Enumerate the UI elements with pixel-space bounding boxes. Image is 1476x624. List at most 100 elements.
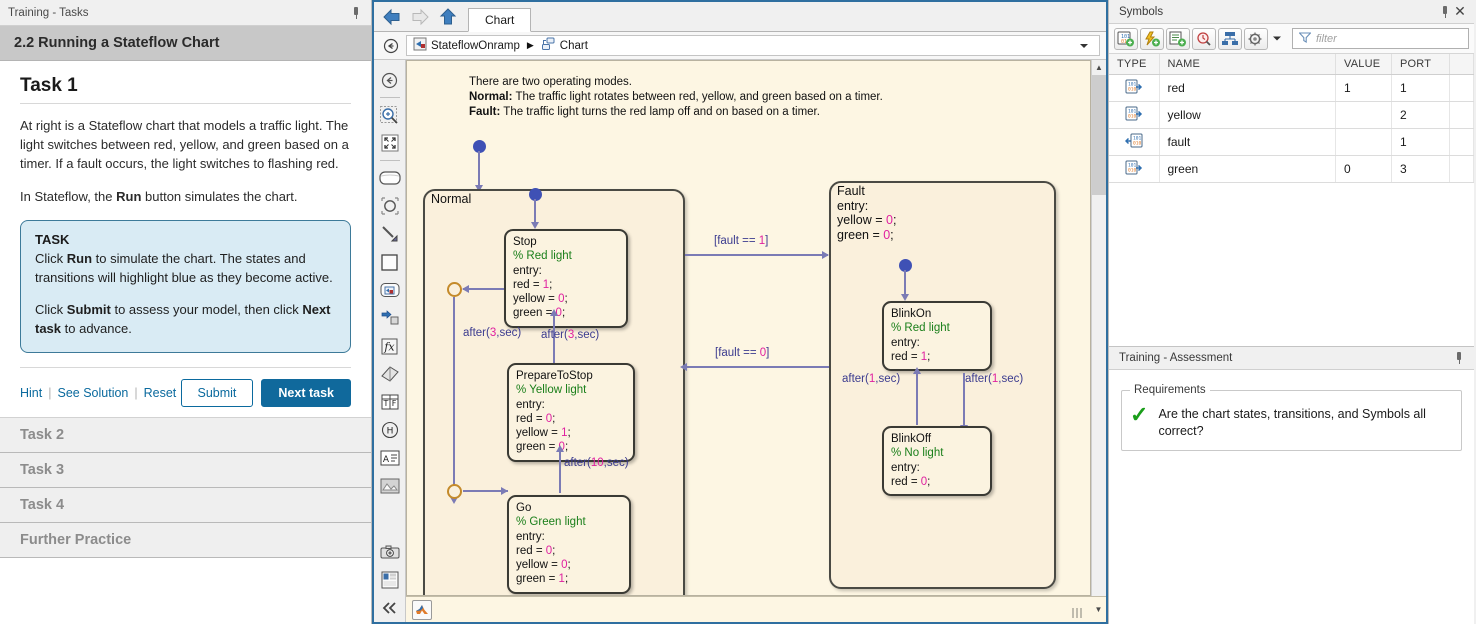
transition-icon[interactable] <box>377 220 403 248</box>
table-row[interactable]: 101010 red 1 1 <box>1109 75 1474 102</box>
hint-link[interactable]: Hint <box>20 386 42 400</box>
symbol-port[interactable]: 3 <box>1392 156 1450 183</box>
truth-table-icon[interactable]: TF <box>377 388 403 416</box>
symbol-value[interactable] <box>1336 129 1392 156</box>
state-go-action-2: yellow = 0; <box>516 558 622 572</box>
add-message-icon[interactable] <box>1166 28 1190 50</box>
symbol-value[interactable] <box>1336 102 1392 129</box>
function-icon[interactable]: fx <box>377 332 403 360</box>
tab-chart[interactable]: Chart <box>468 8 531 32</box>
application-window: Training - Tasks 2.2 Running a Stateflow… <box>0 0 1476 624</box>
task-list-item-3[interactable]: Task 3 <box>0 453 371 488</box>
table-row[interactable]: 101010 yellow 2 <box>1109 102 1474 129</box>
resolve-symbols-icon[interactable] <box>1192 28 1216 50</box>
back-arrow-icon[interactable] <box>378 3 406 31</box>
annotation-icon[interactable]: A <box>377 444 403 472</box>
table-row[interactable]: 101010 fault 1 <box>1109 129 1474 156</box>
symbol-name[interactable]: yellow <box>1159 102 1336 129</box>
symbol-port[interactable]: 1 <box>1392 75 1450 102</box>
symbol-value[interactable]: 1 <box>1336 75 1392 102</box>
collapse-icon[interactable] <box>377 594 403 622</box>
state-preparetostop-entry: entry: <box>516 398 626 412</box>
lesson-section-header: 2.2 Running a Stateflow Chart <box>0 26 371 61</box>
symbol-port[interactable]: 1 <box>1392 129 1450 156</box>
simulink-function-icon[interactable] <box>377 304 403 332</box>
scroll-up-arrow-icon[interactable]: ▲ <box>1092 60 1106 75</box>
table-row[interactable]: 101010 green 0 3 <box>1109 156 1474 183</box>
symbol-port[interactable]: 2 <box>1392 102 1450 129</box>
fit-to-view-icon[interactable] <box>377 129 403 157</box>
scrollbar-track[interactable] <box>1092 195 1106 596</box>
symbol-name[interactable]: fault <box>1159 129 1336 156</box>
task-box-paragraph-1: Click Run to simulate the chart. The sta… <box>35 249 336 287</box>
scroll-down-arrow-icon[interactable]: ▼ <box>1091 605 1106 614</box>
add-data-icon[interactable]: 101010 <box>1114 28 1138 50</box>
breadcrumb-model-label[interactable]: StateflowOnramp <box>431 40 520 52</box>
task-list-item-2[interactable]: Task 2 <box>0 418 371 453</box>
chevron-down-icon[interactable] <box>1075 42 1093 50</box>
pin-icon[interactable] <box>349 6 363 20</box>
scrollbar-thumb[interactable] <box>1092 75 1106 195</box>
report-icon[interactable] <box>377 566 403 594</box>
camera-icon[interactable] <box>377 538 403 566</box>
column-name[interactable]: NAME <box>1159 54 1336 75</box>
submit-button[interactable]: Submit <box>181 379 254 407</box>
column-type[interactable]: TYPE <box>1109 54 1159 75</box>
stateflow-canvas[interactable]: There are two operating modes. Normal: T… <box>406 60 1091 596</box>
up-arrow-icon[interactable] <box>434 3 462 31</box>
graphical-function-icon[interactable] <box>377 360 403 388</box>
image-icon[interactable] <box>377 472 403 500</box>
task-actions: Hint | See Solution | Reset Submit Next … <box>20 379 351 407</box>
fault-to-normal-line <box>686 366 829 368</box>
reset-link[interactable]: Reset <box>144 386 177 400</box>
column-value[interactable]: VALUE <box>1336 54 1392 75</box>
requirement-row: ✓ Are the chart states, transitions, and… <box>1130 406 1451 440</box>
pin-icon[interactable] <box>1452 351 1466 365</box>
add-event-icon[interactable] <box>1140 28 1164 50</box>
matlab-logo-icon[interactable] <box>412 600 432 620</box>
state-go-entry: entry: <box>516 530 622 544</box>
superstate-fault[interactable] <box>829 181 1056 589</box>
junction-lower[interactable] <box>447 484 462 499</box>
assessment-title: Training - Assessment <box>1119 352 1452 364</box>
symbol-name[interactable]: red <box>1159 75 1336 102</box>
navigate-back-icon[interactable] <box>377 66 403 94</box>
resize-grip[interactable] <box>1072 608 1086 618</box>
task-list-item-further-practice[interactable]: Further Practice <box>0 523 371 558</box>
pin-icon[interactable] <box>1438 5 1452 19</box>
state-stop[interactable]: Stop % Red light entry: red = 1; yellow … <box>504 229 628 328</box>
navigate-back-icon[interactable] <box>380 35 402 57</box>
chevron-down-icon[interactable] <box>1270 28 1284 50</box>
state-preparetostop[interactable]: PrepareToStop % Yellow light entry: red … <box>507 363 635 462</box>
subchart-icon[interactable] <box>377 276 403 304</box>
state-go[interactable]: Go % Green light entry: red = 0; yellow … <box>507 495 631 594</box>
symbol-pad <box>1450 75 1474 102</box>
see-solution-link[interactable]: See Solution <box>57 386 128 400</box>
state-stop-action-1: red = 1; <box>513 278 619 292</box>
close-icon[interactable]: ✕ <box>1452 4 1468 20</box>
history-icon[interactable]: H <box>377 416 403 444</box>
symbol-name[interactable]: green <box>1159 156 1336 183</box>
junction-upper[interactable] <box>447 282 462 297</box>
box-icon[interactable] <box>377 248 403 276</box>
settings-icon[interactable] <box>1244 28 1268 50</box>
canvas-vertical-scrollbar[interactable]: ▲ <box>1091 60 1106 596</box>
svg-text:010: 010 <box>1128 167 1137 173</box>
task-list-item-4[interactable]: Task 4 <box>0 488 371 523</box>
breadcrumb-chart-label[interactable]: Chart <box>560 40 588 52</box>
hierarchy-icon[interactable] <box>1218 28 1242 50</box>
transition-label-after-3-sec-a: after(3,sec) <box>463 327 521 339</box>
zoom-icon[interactable] <box>377 101 403 129</box>
default-transition-line-chart <box>478 151 480 187</box>
symbol-type-icon-yellow: 101010 <box>1109 102 1159 129</box>
symbol-value[interactable]: 0 <box>1336 156 1392 183</box>
forward-arrow-icon[interactable] <box>406 3 434 31</box>
state-icon[interactable] <box>377 164 403 192</box>
filter-input-placeholder[interactable]: filter <box>1316 33 1337 45</box>
state-blinkoff[interactable]: BlinkOff % No light entry: red = 0; <box>882 426 992 496</box>
history-junction-icon[interactable] <box>377 192 403 220</box>
next-task-button[interactable]: Next task <box>261 379 351 407</box>
symbols-filter[interactable]: filter <box>1292 28 1469 49</box>
state-blinkon[interactable]: BlinkOn % Red light entry: red = 1; <box>882 301 992 371</box>
column-port[interactable]: PORT <box>1392 54 1450 75</box>
